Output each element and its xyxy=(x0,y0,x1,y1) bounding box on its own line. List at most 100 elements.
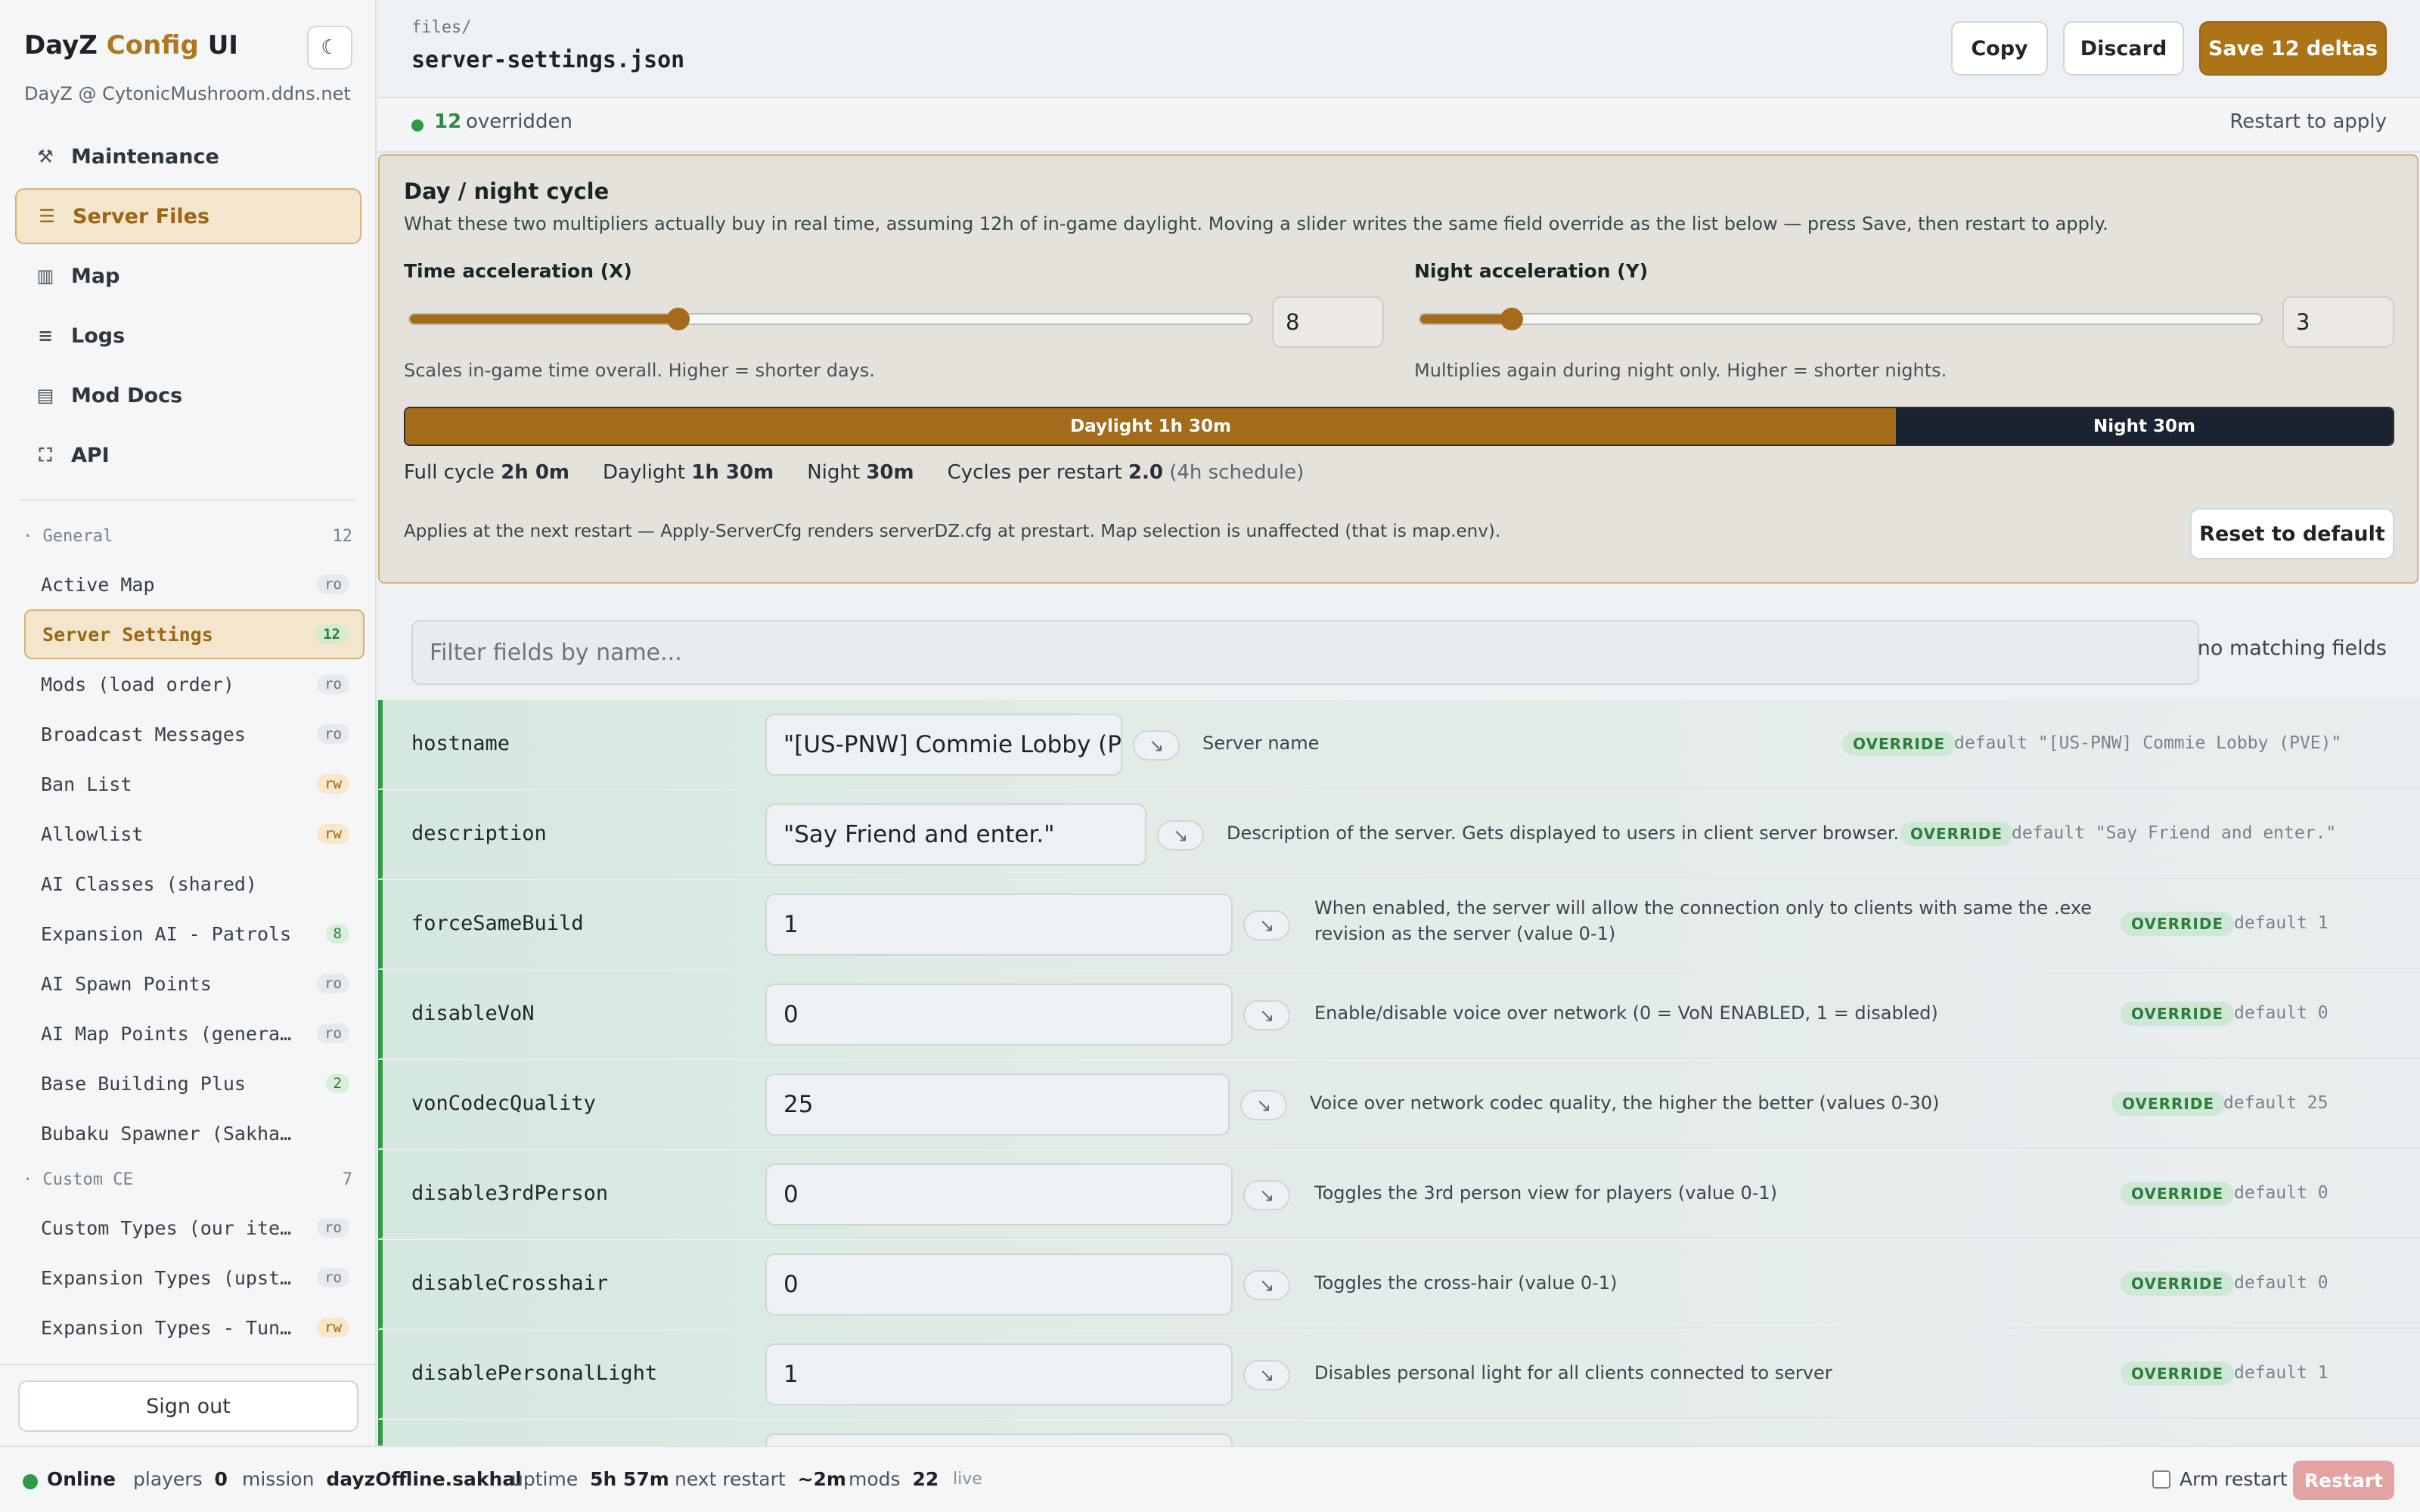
field-row: description "Say Friend and enter." ↘ De… xyxy=(378,790,2420,879)
night-accel-input[interactable]: 3 xyxy=(2282,296,2394,348)
field-value-input[interactable] xyxy=(765,1433,1233,1445)
file-item[interactable]: Base Building Plus 2 xyxy=(24,1058,365,1108)
cycle-stats: Full cycle 2h 0m Daylight 1h 30m Night 3… xyxy=(404,461,1305,484)
uptime-status: uptime 5h 57m xyxy=(511,1468,669,1490)
slider-fill xyxy=(410,314,679,324)
field-default: default 1 xyxy=(2234,913,2328,933)
field-value-input[interactable]: 0 xyxy=(765,984,1233,1046)
slider-thumb[interactable] xyxy=(667,308,690,330)
time-accel-input[interactable]: 8 xyxy=(1272,296,1384,348)
discard-button[interactable]: Discard xyxy=(2063,21,2184,76)
night-segment: Night 30m xyxy=(1896,408,2393,445)
reset-to-default-button[interactable]: Reset to default xyxy=(2190,508,2394,559)
revert-arrow-icon[interactable]: ↘ xyxy=(1157,820,1204,850)
nav-api[interactable]: ⛶ API xyxy=(15,427,361,483)
field-value-input[interactable]: 0 xyxy=(765,1253,1233,1315)
daylight-segment: Daylight 1h 30m xyxy=(405,408,1896,445)
status-bar: Online players 0 mission dayzOffline.sak… xyxy=(0,1445,2420,1512)
file-item[interactable]: Mods (load order) ro xyxy=(24,659,365,709)
field-value-input[interactable]: "[US-PNW] Commie Lobby (PVE)" xyxy=(765,714,1122,776)
wrench-icon: ⚒ xyxy=(37,146,54,167)
field-name: forceSameBuild xyxy=(411,912,584,935)
night-accel-slider[interactable] xyxy=(1419,313,2263,325)
field-row: hostname "[US-PNW] Commie Lobby (PVE)" ↘… xyxy=(378,700,2420,789)
file-item-active[interactable]: Server Settings 12 xyxy=(24,609,365,659)
slider-fill xyxy=(1420,314,1513,324)
file-item[interactable]: Allowlist rw xyxy=(24,809,365,859)
group-custom-header[interactable]: · Custom CE 7 xyxy=(23,1170,352,1189)
save-button[interactable]: Save 12 deltas xyxy=(2199,21,2387,76)
lines-icon: ≡ xyxy=(37,325,54,346)
field-name: disableVoN xyxy=(411,1002,535,1025)
revert-arrow-icon[interactable]: ↘ xyxy=(1133,730,1180,761)
field-value-input[interactable]: 25 xyxy=(765,1074,1230,1136)
revert-arrow-icon[interactable]: ↘ xyxy=(1243,1270,1290,1300)
sign-out-button[interactable]: Sign out xyxy=(18,1380,358,1432)
field-default: default "Say Friend and enter." xyxy=(2012,823,2337,843)
brackets-icon: ⛶ xyxy=(39,445,52,466)
general-file-list: Active Map ro Server Settings 12 Mods (loa… xyxy=(24,559,365,1158)
field-name: disable3rdPerson xyxy=(411,1182,609,1205)
copy-button[interactable]: Copy xyxy=(1951,21,2048,76)
nav-logs[interactable]: ≡ Logs xyxy=(15,308,361,364)
slider-thumb[interactable] xyxy=(1500,308,1523,330)
panel-title: Day / night cycle xyxy=(404,178,610,204)
field-value-input[interactable]: 1 xyxy=(765,1343,1233,1405)
field-list: hostname "[US-PNW] Commie Lobby (PVE)" ↘… xyxy=(378,700,2420,1445)
revert-arrow-icon[interactable]: ↘ xyxy=(1240,1090,1287,1120)
file-item[interactable]: AI Map Points (generated) ro xyxy=(24,1009,365,1058)
file-item[interactable]: Custom Types (our items) ro xyxy=(24,1203,365,1253)
file-item[interactable]: AI Spawn Points ro xyxy=(24,959,365,1009)
nav-map[interactable]: ▥ Map xyxy=(15,248,361,304)
file-item[interactable]: Active Map ro xyxy=(24,559,365,609)
file-item[interactable]: Expansion AI - Patrols 8 xyxy=(24,909,365,959)
field-value-input[interactable]: 1 xyxy=(765,894,1233,956)
time-accel-slider[interactable] xyxy=(408,313,1252,325)
nav-maintenance[interactable]: ⚒ Maintenance xyxy=(15,129,361,184)
nav-mod-docs[interactable]: ▤ Mod Docs xyxy=(15,367,361,423)
field-description: Toggles the 3rd person view for players … xyxy=(1314,1182,1777,1204)
field-description: Voice over network codec quality, the hi… xyxy=(1310,1092,1940,1114)
checkbox-icon xyxy=(2152,1470,2170,1489)
breadcrumb[interactable]: files/ xyxy=(411,18,471,37)
file-item[interactable]: Expansion Types (upstream)ro xyxy=(24,1253,365,1303)
field-description: Toggles the cross-hair (value 0-1) xyxy=(1314,1272,1618,1294)
field-name: disableCrosshair xyxy=(411,1272,609,1295)
nav-server-files[interactable]: ☰ Server Files xyxy=(15,188,361,244)
file-item[interactable]: Expansion Types - Tuning rw xyxy=(24,1303,365,1352)
restart-button[interactable]: Restart xyxy=(2293,1461,2394,1500)
file-item[interactable]: Bubaku Spawner (Sakhal) xyxy=(24,1108,365,1158)
document-icon: ▤ xyxy=(36,385,54,406)
filter-input[interactable]: Filter fields by name... xyxy=(411,620,2199,685)
file-item[interactable]: AI Classes (shared) xyxy=(24,859,365,909)
revert-arrow-icon[interactable]: ↘ xyxy=(1243,1180,1290,1210)
cycle-bar: Daylight 1h 30m Night 30m xyxy=(404,407,2394,446)
theme-toggle-button[interactable]: ☾ xyxy=(307,26,352,70)
override-badge: OVERRIDE xyxy=(2111,1092,2226,1116)
field-row: disableCrosshair 0 ↘ Toggles the cross-h… xyxy=(378,1240,2420,1329)
group-general-header[interactable]: · General 12 xyxy=(23,527,352,546)
file-item[interactable]: Ban List rw xyxy=(24,759,365,809)
field-description: Enable/disable voice over network (0 = V… xyxy=(1314,1002,1938,1024)
moon-icon: ☾ xyxy=(321,36,339,59)
arm-restart-checkbox[interactable]: Arm restart xyxy=(2152,1468,2288,1490)
override-badge: OVERRIDE xyxy=(2121,912,2235,936)
app-brand: DayZ Config UI xyxy=(24,30,238,60)
revert-arrow-icon[interactable]: ↘ xyxy=(1243,1360,1290,1390)
field-value-input[interactable]: 0 xyxy=(765,1163,1233,1225)
server-icon: ☰ xyxy=(39,206,55,227)
field-description: When enabled, the server will allow the … xyxy=(1314,897,2093,944)
map-icon: ▥ xyxy=(36,265,54,287)
field-row-partial xyxy=(378,1420,2420,1445)
field-value-input[interactable]: "Say Friend and enter." xyxy=(765,804,1146,866)
field-description: Description of the server. Gets displaye… xyxy=(1227,823,1900,844)
revert-arrow-icon[interactable]: ↘ xyxy=(1243,1000,1290,1030)
field-default: default 0 xyxy=(2234,1003,2328,1023)
revert-arrow-icon[interactable]: ↘ xyxy=(1243,910,1290,940)
main-nav: ⚒ Maintenance ☰ Server Files ▥ Map ≡ Log… xyxy=(15,129,361,487)
override-badge: OVERRIDE xyxy=(1842,732,1956,756)
mission-status: mission dayzOffline.sakhal xyxy=(242,1468,522,1490)
restart-hint: Restart to apply xyxy=(2229,110,2387,133)
time-accel-help: Scales in-game time overall. Higher = sh… xyxy=(404,360,876,381)
file-item[interactable]: Broadcast Messages ro xyxy=(24,709,365,759)
